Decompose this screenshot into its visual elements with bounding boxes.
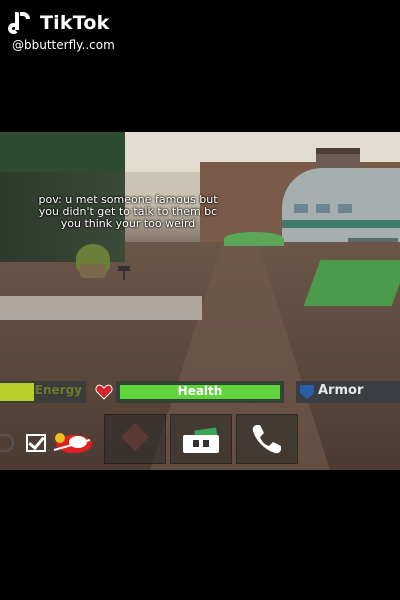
- player-avatar[interactable]: [76, 244, 110, 278]
- tiktok-brand-name: TikTok: [40, 12, 110, 34]
- energy-bar: Energy: [0, 381, 86, 403]
- camera-icon: [118, 266, 130, 280]
- tiktok-watermark: TikTok: [8, 12, 110, 34]
- health-label: Health: [177, 384, 223, 398]
- caption-line-3: you think your too weird: [60, 217, 196, 230]
- status-bars: Energy Health Armor: [0, 381, 400, 403]
- phone-icon: [252, 425, 281, 454]
- health-bar: Health: [116, 381, 284, 403]
- armor-bar: Armor: [296, 381, 400, 403]
- video-caption: pov: u met someone famous but you didn't…: [0, 194, 256, 230]
- armor-label: Armor: [318, 383, 364, 398]
- hotbar-slot-3[interactable]: [236, 414, 298, 464]
- creator-handle: @bbutterfly..com: [12, 38, 115, 52]
- hotbar-slot-2[interactable]: [170, 414, 232, 464]
- name-banner: [0, 296, 202, 320]
- energy-label: Energy: [34, 383, 82, 397]
- checkbox-icon[interactable]: [26, 434, 46, 452]
- wallet-icon: [183, 427, 219, 453]
- tiktok-logo-icon: [8, 12, 34, 34]
- hotbar-slot-1[interactable]: [104, 414, 166, 464]
- energy-fill: [0, 383, 35, 401]
- emote-icon[interactable]: [50, 430, 94, 456]
- heart-icon: [95, 384, 113, 400]
- armor-shield-icon: [300, 385, 314, 399]
- hotbar: [0, 412, 400, 468]
- settings-icon[interactable]: [0, 434, 14, 452]
- tool-icon: [120, 422, 150, 452]
